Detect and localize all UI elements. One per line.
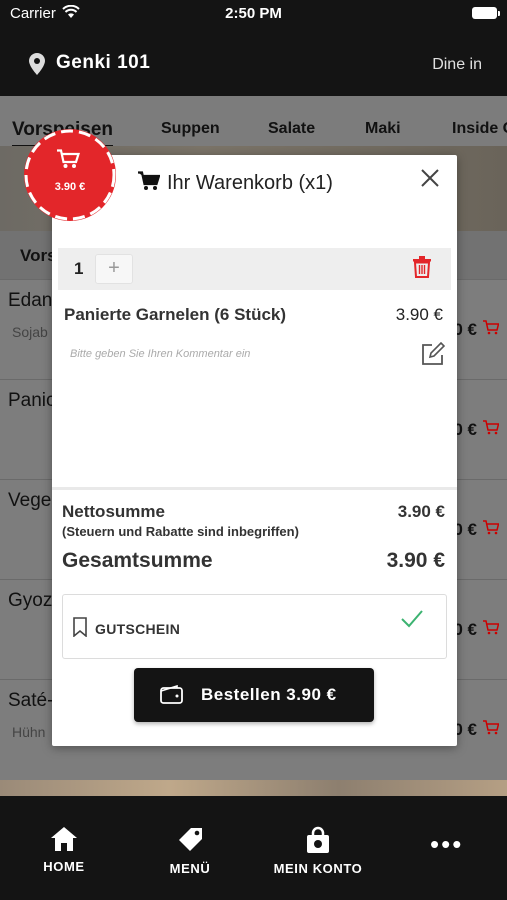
- order-button[interactable]: Bestellen 3.90 €: [134, 668, 374, 722]
- cart-item-name: Panierte Garnelen (6 Stück): [64, 305, 287, 324]
- add-to-cart-icon[interactable]: [483, 320, 500, 340]
- comment-field[interactable]: Bitte geben Sie Ihren Kommentar ein: [70, 348, 250, 360]
- trash-icon[interactable]: [413, 256, 431, 283]
- cart-item-price: 3.90 €: [395, 305, 443, 324]
- add-to-cart-icon[interactable]: [483, 520, 500, 540]
- nav-menu-label: MENÜ: [169, 861, 211, 876]
- item-description: Sojab: [12, 324, 48, 340]
- item-name: Edan: [8, 290, 53, 311]
- item-name: Vege: [8, 490, 52, 511]
- wallet-icon: [160, 684, 184, 710]
- net-total-value: 3.90 €: [397, 502, 445, 521]
- nav-home[interactable]: HOME: [40, 826, 88, 874]
- order-button-label: Bestellen 3.90 €: [201, 685, 337, 704]
- tag-icon: [166, 826, 214, 857]
- item-description: Hühn: [12, 724, 46, 740]
- tab-maki[interactable]: Maki: [365, 120, 401, 138]
- store-name[interactable]: Genki 101: [56, 52, 150, 74]
- net-total-label: Nettosumme: [62, 502, 165, 521]
- more-icon[interactable]: •••: [430, 831, 463, 857]
- nav-menu[interactable]: MENÜ: [166, 826, 214, 876]
- edit-icon[interactable]: [421, 341, 446, 371]
- location-pin-icon[interactable]: [29, 53, 45, 80]
- food-image-strip: [0, 780, 507, 796]
- cart-title: Ihr Warenkorb (x1): [167, 172, 333, 194]
- top-bar: Carrier 2:50 PM Genki 101 Dine in: [0, 0, 507, 96]
- bottom-nav: HOME MENÜ MEIN KONTO •••: [0, 796, 507, 900]
- increase-quantity-button[interactable]: +: [95, 254, 133, 284]
- add-to-cart-icon[interactable]: [483, 620, 500, 640]
- grand-total-value: 3.90 €: [386, 549, 445, 572]
- cart-icon: [138, 171, 161, 196]
- item-name: Saté-: [8, 690, 54, 711]
- bag-icon: [268, 826, 368, 857]
- tab-inside-out[interactable]: Inside Out: [452, 120, 507, 138]
- grand-total-label: Gesamtsumme: [62, 549, 213, 572]
- add-to-cart-icon[interactable]: [483, 420, 500, 440]
- app-header: Genki 101 Dine in: [0, 44, 507, 84]
- item-name: Panic: [8, 390, 56, 411]
- cart-badge-price: 3.90 €: [54, 181, 86, 193]
- divider: [52, 487, 457, 490]
- quantity-bar: 1 +: [58, 248, 451, 290]
- cart-badge[interactable]: 3.90 €: [22, 127, 118, 223]
- bookmark-icon: [73, 617, 87, 642]
- tax-note: (Steuern und Rabatte sind inbegriffen): [62, 524, 299, 539]
- quantity-value: 1: [74, 259, 84, 278]
- nav-account-label: MEIN KONTO: [273, 861, 363, 876]
- cart-modal: Ihr Warenkorb (x1) 1 + Panierte Garnelen…: [52, 155, 457, 746]
- home-icon: [40, 826, 88, 855]
- close-icon[interactable]: [419, 167, 441, 189]
- item-name: Gyoz: [8, 590, 53, 611]
- nav-home-label: HOME: [43, 859, 85, 874]
- check-icon[interactable]: [400, 609, 424, 634]
- dine-in-toggle[interactable]: Dine in: [432, 56, 482, 74]
- voucher-field[interactable]: GUTSCHEIN: [62, 594, 447, 659]
- add-to-cart-icon[interactable]: [483, 720, 500, 740]
- nav-account[interactable]: MEIN KONTO: [268, 826, 368, 876]
- clock: 2:50 PM: [225, 5, 282, 22]
- voucher-label: GUTSCHEIN: [95, 621, 181, 637]
- status-bar: Carrier 2:50 PM: [0, 0, 507, 28]
- battery-icon: [472, 7, 500, 19]
- tab-salate[interactable]: Salate: [268, 120, 315, 138]
- badge-circle: [24, 129, 116, 221]
- tab-suppen[interactable]: Suppen: [161, 120, 220, 138]
